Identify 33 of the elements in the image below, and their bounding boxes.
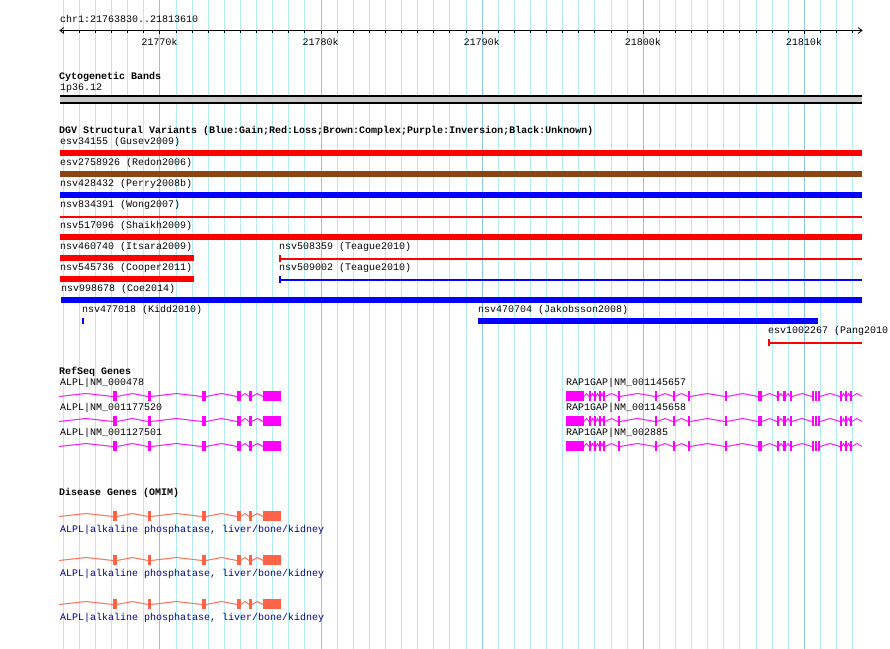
variant-label: esv1002267 (Pang2010 [768,326,888,337]
track-title: DGV Structural Variants (Blue:Gain;Red:Loss;Brown:Complex;Purple:Inversion;Black:Unknown) [59,126,594,137]
variant-label: esv34155 (Gusev2009) [60,137,180,148]
variant-label: nsv477018 (Kidd2010) [82,305,202,316]
variant-label: nsv517096 (Shaikh2009) [60,221,192,232]
track-title: Disease Genes (OMIM) [59,488,180,499]
variant-label: nsv545736 (Cooper2011) [60,263,192,274]
variant-label: esv2758926 (Redon2006) [60,158,192,169]
variant-label: nsv460740 (Itsara2009) [60,242,192,253]
location-label: chr1:21763830..21813610 [60,15,198,26]
gene-link[interactable]: ALPL|alkaline phosphatase, liver/bone/kidney [60,569,324,580]
tick-label: 21770k [141,38,178,49]
gene-label: RAP1GAP|NM_001145658 [566,403,686,414]
variant-label: nsv508359 (Teague2010) [279,242,412,253]
track-title: Cytogenetic Bands [59,72,162,83]
variant-label: nsv998678 (Coe2014) [61,284,176,295]
gene-label: RAP1GAP|NM_002885 [566,428,668,439]
tick-label: 21810k [786,38,822,49]
gene-label: ALPL|NM_001127501 [60,428,162,439]
gene-label: ALPL|NM_001177520 [60,403,162,414]
band-label: 1p36.12 [60,83,102,94]
gene-link[interactable]: ALPL|alkaline phosphatase, liver/bone/kidney [60,525,324,536]
variant-label: nsv834391 (Wong2007) [60,200,180,211]
variant-label: nsv428432 (Perry2008b) [60,179,192,190]
variant-label: nsv470704 (Jakobsson2008) [478,305,628,316]
gene-label: RAP1GAP|NM_001145657 [566,378,686,389]
variant-label: nsv509002 (Teague2010) [279,263,412,274]
track-title: RefSeq Genes [59,367,132,378]
tick-label: 21790k [464,38,500,49]
tick-label: 21780k [302,38,338,49]
gene-label: ALPL|NM_000478 [60,378,144,389]
gene-link[interactable]: ALPL|alkaline phosphatase, liver/bone/kidney [60,613,324,624]
tick-label: 21800k [624,38,661,49]
